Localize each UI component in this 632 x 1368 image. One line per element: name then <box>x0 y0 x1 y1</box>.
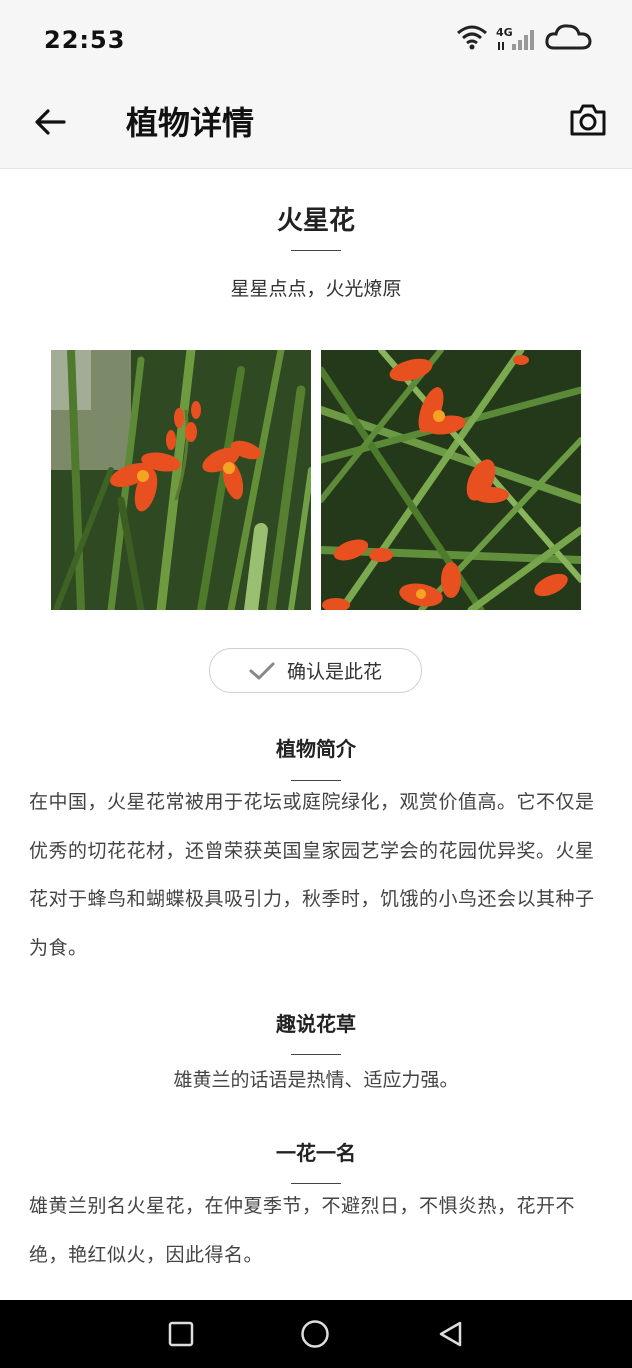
home-icon <box>301 1320 329 1348</box>
cloud-icon <box>544 22 592 56</box>
status-icons: 4G <box>456 22 592 56</box>
wifi-icon <box>456 24 488 54</box>
page-title: 植物详情 <box>126 104 255 142</box>
signal-icon: 4G <box>496 26 536 52</box>
status-time: 22:53 <box>44 26 126 54</box>
recent-apps-icon <box>168 1321 194 1347</box>
status-bar: 22:53 4G <box>0 0 632 80</box>
confirm-plant-button[interactable]: 确认是此花 <box>209 648 422 693</box>
system-nav-bar <box>0 1300 632 1368</box>
section-title-intro: 植物简介 <box>276 737 356 761</box>
recent-apps-button[interactable] <box>165 1318 197 1350</box>
back-icon <box>439 1321 462 1347</box>
title-divider <box>291 250 341 251</box>
section-title-fun-facts: 趣说花草 <box>276 1012 356 1036</box>
section-text-fun-facts: 雄黄兰的话语是热情、适应力强。 <box>173 1069 459 1091</box>
flower-photo[interactable] <box>51 350 311 610</box>
camera-icon <box>570 104 606 136</box>
section-title-name-origin: 一花一名 <box>276 1141 356 1165</box>
confirm-button-label: 确认是此花 <box>286 661 382 683</box>
section-text-name-origin: 雄黄兰别名火星花，在仲夏季节，不避烈日，不惧炎热，花开不绝，艳红似火，因此得名。 <box>29 1195 576 1266</box>
camera-button[interactable] <box>566 98 610 142</box>
app-bar: 植物详情 <box>0 80 632 169</box>
home-button[interactable] <box>299 1318 331 1350</box>
plant-tagline: 星星点点，火光燎原 <box>230 278 402 300</box>
back-button[interactable] <box>30 102 70 142</box>
section-text-intro: 在中国，火星花常被用于花坛或庭院绿化，观赏价值高。它不仅是优秀的切花花材，还曾荣… <box>29 791 595 959</box>
plant-name: 火星花 <box>276 206 355 236</box>
nav-back-button[interactable] <box>434 1318 466 1350</box>
checkmark-icon <box>249 662 275 679</box>
arrow-left-icon <box>35 109 66 135</box>
section-divider <box>291 1054 341 1055</box>
flower-photo[interactable] <box>321 350 581 610</box>
